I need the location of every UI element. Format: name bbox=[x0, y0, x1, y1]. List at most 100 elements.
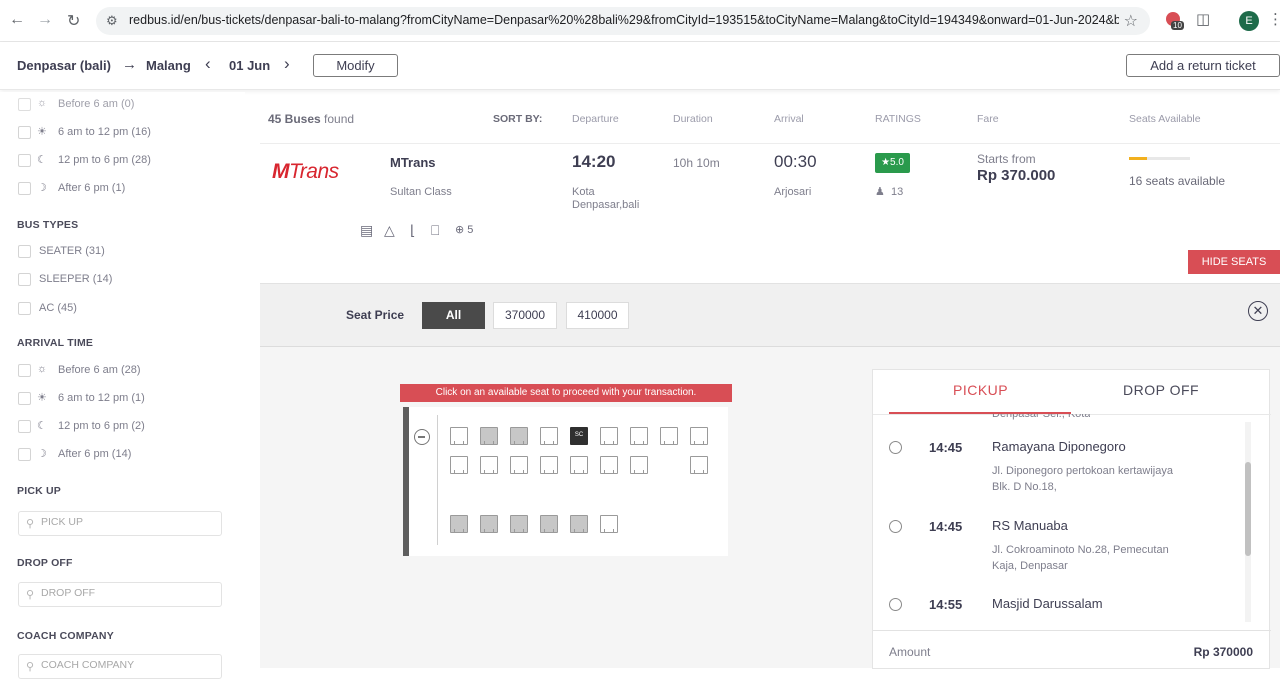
operator-logo: MTrans bbox=[272, 160, 352, 184]
seat[interactable] bbox=[690, 456, 708, 474]
profile-avatar[interactable]: E bbox=[1239, 11, 1259, 31]
coach-company-title: COACH COMPANY bbox=[17, 630, 114, 642]
filters-sidebar: ☼ Before 6 am (0) ☀ 6 am to 12 pm (16) ☾… bbox=[0, 92, 245, 679]
departure-time: 14:20 bbox=[572, 152, 616, 171]
fare-price: Rp 370.000 bbox=[977, 167, 1056, 184]
bookmark-star-icon[interactable]: ☆ bbox=[1124, 11, 1138, 31]
boarding-name: Ramayana Diponegoro bbox=[992, 439, 1126, 454]
sort-ratings[interactable]: RATINGS bbox=[875, 113, 921, 125]
back-icon[interactable]: ← bbox=[9, 11, 25, 29]
sort-duration[interactable]: Duration bbox=[673, 113, 713, 125]
checkbox[interactable] bbox=[18, 245, 31, 258]
checkbox[interactable] bbox=[18, 420, 31, 433]
cut-off-address: Denpasar Sel., Kota bbox=[992, 414, 1091, 420]
checkbox[interactable] bbox=[18, 182, 31, 195]
seat-special[interactable]: SC bbox=[570, 427, 588, 445]
departure-location: Kota Denpasar,bali bbox=[572, 186, 639, 212]
seat[interactable] bbox=[480, 456, 498, 474]
sunrise-icon: ☼ bbox=[37, 97, 48, 109]
sort-arrival[interactable]: Arrival bbox=[774, 113, 804, 125]
boarding-time: 14:45 bbox=[929, 519, 963, 534]
seat[interactable] bbox=[450, 427, 468, 445]
extension-icon[interactable]: 10 bbox=[1163, 10, 1185, 32]
seat[interactable] bbox=[540, 427, 558, 445]
price-chip-370000[interactable]: 370000 bbox=[493, 302, 557, 329]
forward-icon[interactable]: → bbox=[37, 11, 53, 29]
boarding-point-radio[interactable] bbox=[889, 520, 902, 533]
price-chip-all[interactable]: All bbox=[422, 302, 485, 329]
sun-icon: ☀ bbox=[37, 126, 47, 138]
sort-seats[interactable]: Seats Available bbox=[1129, 113, 1201, 125]
reload-icon[interactable]: ↻ bbox=[67, 11, 80, 31]
modify-button[interactable]: Modify bbox=[313, 54, 398, 77]
coach-company-search[interactable]: ⚲ bbox=[18, 654, 222, 679]
menu-kebab-icon[interactable]: ⋮ bbox=[1268, 10, 1280, 28]
price-chip-410000[interactable]: 410000 bbox=[566, 302, 629, 329]
checkbox[interactable] bbox=[18, 392, 31, 405]
ticket-icon[interactable]: ▤ bbox=[360, 222, 373, 239]
pickup-search-input[interactable] bbox=[41, 516, 211, 528]
dropoff-search-input[interactable] bbox=[41, 587, 211, 599]
boarding-address: Jl. Cokroaminoto No.28, Pemecutan Kaja, … bbox=[992, 544, 1169, 572]
seat[interactable] bbox=[570, 456, 588, 474]
hide-seats-button[interactable]: HIDE SEATS bbox=[1188, 250, 1280, 274]
coach-company-search-input[interactable] bbox=[41, 659, 211, 671]
sort-bar: 45 Buses found SORT BY: Departure Durati… bbox=[260, 92, 1280, 142]
next-date-icon[interactable]: › bbox=[284, 54, 290, 74]
checkbox[interactable] bbox=[18, 448, 31, 461]
seat-price-filter: Seat Price All 370000 410000 ✕ bbox=[260, 284, 1280, 347]
site-info-icon[interactable]: ⚙ bbox=[106, 13, 118, 29]
seat[interactable] bbox=[600, 456, 618, 474]
tv-icon[interactable]: ⎕ bbox=[431, 222, 439, 239]
operator-name: MTrans bbox=[390, 155, 436, 170]
tab-pickup[interactable]: PICKUP bbox=[953, 382, 1008, 398]
starts-from-label: Starts from bbox=[977, 152, 1036, 166]
add-return-ticket-button[interactable]: Add a return ticket bbox=[1126, 54, 1280, 77]
puzzle-icon[interactable]: ◫ bbox=[1196, 10, 1210, 28]
boarding-point-radio[interactable] bbox=[889, 598, 902, 611]
seat[interactable] bbox=[660, 427, 678, 445]
seat[interactable] bbox=[630, 456, 648, 474]
filter-label: 6 am to 12 pm (1) bbox=[58, 392, 145, 404]
sort-departure[interactable]: Departure bbox=[572, 113, 619, 125]
url-text[interactable]: redbus.id/en/bus-tickets/denpasar-bali-t… bbox=[129, 13, 1119, 27]
reading-light-icon[interactable]: ⌊ bbox=[410, 222, 415, 239]
logo-m: M bbox=[272, 160, 290, 183]
scrollbar-thumb[interactable] bbox=[1245, 462, 1251, 556]
review-count: ♟ 13 bbox=[875, 185, 903, 198]
seat[interactable] bbox=[690, 427, 708, 445]
checkbox[interactable] bbox=[18, 98, 31, 111]
tab-drop-off[interactable]: DROP OFF bbox=[1123, 382, 1199, 398]
sun-half-icon: ☾ bbox=[37, 154, 47, 166]
amount-footer: Amount Rp 370000 bbox=[873, 630, 1271, 670]
checkbox[interactable] bbox=[18, 126, 31, 139]
sort-fare[interactable]: Fare bbox=[977, 113, 999, 125]
bus-front-edge bbox=[403, 407, 409, 556]
seat[interactable] bbox=[450, 456, 468, 474]
checkbox[interactable] bbox=[18, 302, 31, 315]
checkbox[interactable] bbox=[18, 364, 31, 377]
arrival-time: 00:30 bbox=[774, 152, 817, 171]
seat-booked bbox=[480, 515, 498, 533]
buses-count: 45 Buses bbox=[268, 112, 321, 126]
boarding-point-radio[interactable] bbox=[889, 441, 902, 454]
seat[interactable] bbox=[600, 427, 618, 445]
close-icon[interactable]: ✕ bbox=[1248, 301, 1268, 321]
seat[interactable] bbox=[630, 427, 648, 445]
steering-wheel-icon bbox=[414, 429, 430, 445]
checkbox[interactable] bbox=[18, 273, 31, 286]
checkbox[interactable] bbox=[18, 154, 31, 167]
seat[interactable] bbox=[510, 456, 528, 474]
more-amenities[interactable]: ⊕ 5 bbox=[455, 223, 473, 236]
water-bottle-icon[interactable]: △ bbox=[384, 222, 395, 239]
seat[interactable] bbox=[540, 456, 558, 474]
results-area: 45 Buses found SORT BY: Departure Durati… bbox=[260, 92, 1280, 670]
bus-result-card[interactable]: MTrans MTrans Sultan Class ▤ △ ⌊ ⎕ ⊕ 5 1… bbox=[260, 143, 1280, 283]
seat[interactable] bbox=[600, 515, 618, 533]
dropoff-search[interactable]: ⚲ bbox=[18, 582, 222, 607]
prev-date-icon[interactable]: ‹ bbox=[205, 54, 211, 74]
pickup-search[interactable]: ⚲ bbox=[18, 511, 222, 536]
to-city: Malang bbox=[146, 58, 191, 73]
boarding-name: RS Manuaba bbox=[992, 518, 1068, 533]
address-bar[interactable]: ⚙ redbus.id/en/bus-tickets/denpasar-bali… bbox=[96, 7, 1150, 35]
